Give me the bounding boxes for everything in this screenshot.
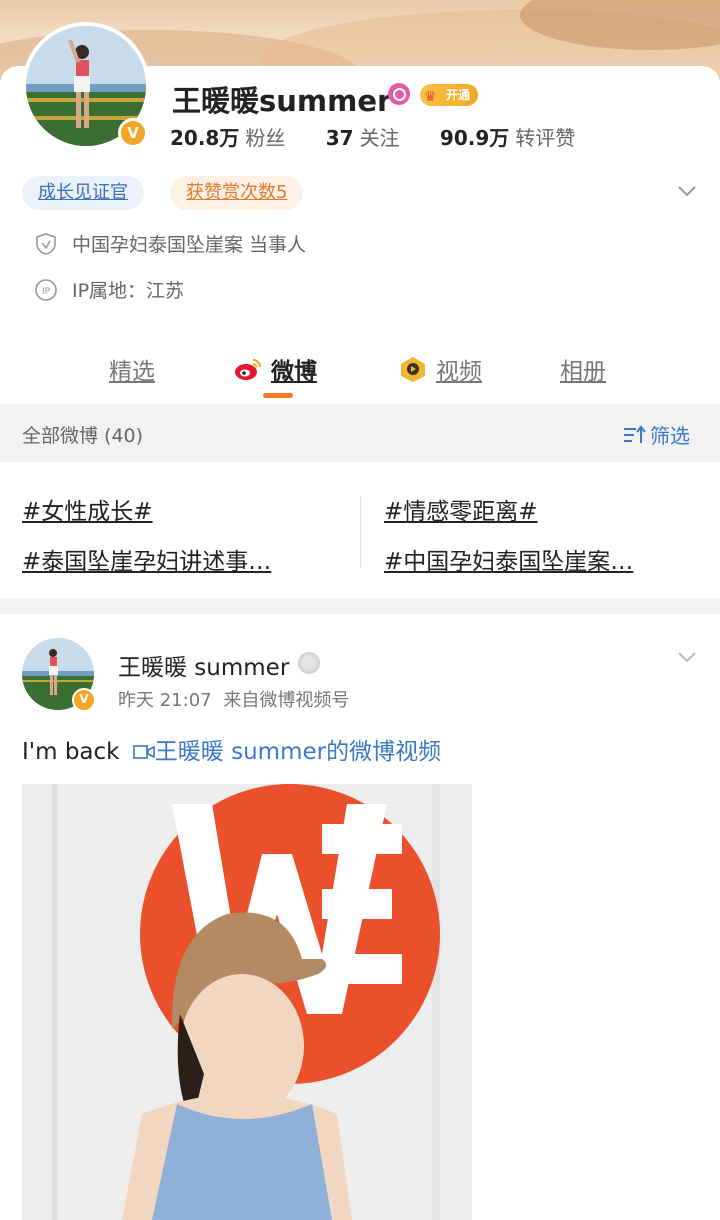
ip-location-row: IP IP属地：江苏 [34, 276, 184, 303]
vip-label: 开通 [446, 88, 471, 102]
post-meta: 昨天 21:07 来自微博视频号 [118, 686, 349, 712]
svg-text:IP: IP [42, 287, 51, 297]
post-source: 来自微博视频号 [223, 690, 350, 711]
profile-description: 中国孕妇泰国坠崖案 当事人 [72, 234, 307, 256]
video-link[interactable]: 王暖暖 summer的微博视频 [127, 739, 441, 765]
filter-bar: 全部微博 (40) 筛选 [0, 404, 720, 462]
stat-following[interactable]: 37 关注 [326, 122, 400, 151]
stat-likes[interactable]: 90.9万 转评赞 [440, 122, 575, 151]
vip-open-badge[interactable]: ♛ 开通 [420, 84, 479, 106]
post-text: I'm back 王暖暖 summer的微博视频 [22, 732, 441, 766]
tag-reward-count[interactable]: 获赞赏次数5 [170, 176, 304, 210]
post-time: 昨天 21:07 [118, 690, 212, 711]
super-topic-icon[interactable] [388, 83, 410, 105]
verified-badge-icon: V [72, 688, 96, 712]
medal-icon [298, 652, 320, 674]
tag-growth-witness[interactable]: 成长见证官 [22, 176, 144, 210]
topic-item[interactable]: #泰国坠崖孕妇讲述事… [22, 542, 271, 576]
post-author-name[interactable]: 王暖暖 summer [118, 648, 289, 682]
crown-icon: ♛ [424, 89, 437, 105]
video-thumbnail[interactable] [22, 784, 472, 1220]
ip-icon: IP [35, 278, 57, 301]
weibo-post: V 王暖暖 summer 昨天 21:07 来自微博视频号 I'm back 王… [0, 614, 720, 1220]
section-divider [0, 598, 720, 614]
chevron-down-icon[interactable] [676, 180, 698, 202]
post-body: I'm back [22, 739, 120, 765]
profile-stats: 20.8万 粉丝 37 关注 90.9万 转评赞 [170, 122, 609, 151]
profile-description-row: 中国孕妇泰国坠崖案 当事人 [34, 230, 306, 257]
tab-video[interactable]: 视频 [398, 352, 482, 386]
tab-weibo[interactable]: 微博 [233, 352, 317, 386]
active-tab-indicator [263, 393, 293, 398]
verified-badge-icon: V [118, 118, 148, 148]
topic-item[interactable]: #女性成长# [22, 492, 153, 526]
tab-album[interactable]: 相册 [560, 352, 606, 386]
weibo-count-label: 全部微博 (40) [22, 425, 144, 447]
topic-item[interactable]: #中国孕妇泰国坠崖案… [384, 542, 633, 576]
ip-location: IP属地：江苏 [72, 280, 185, 302]
shield-icon [36, 232, 56, 255]
weibo-logo-icon [235, 358, 262, 380]
topic-list: #女性成长# #情感零距离# #泰国坠崖孕妇讲述事… #中国孕妇泰国坠崖案… [0, 462, 720, 598]
stat-followers[interactable]: 20.8万 粉丝 [170, 122, 285, 151]
filter-icon [624, 424, 646, 443]
topic-divider [360, 496, 361, 568]
profile-username: 王暖暖summer [172, 84, 392, 118]
filter-button[interactable]: 筛选 [622, 420, 690, 449]
video-camera-icon [132, 745, 155, 759]
tab-featured[interactable]: 精选 [109, 352, 155, 386]
profile-tabs: 精选 微博 视频 相册 [0, 340, 720, 402]
topic-item[interactable]: #情感零距离# [384, 492, 538, 526]
chevron-down-icon[interactable] [676, 646, 698, 668]
video-thumbnail-image [22, 784, 472, 1220]
video-icon [401, 357, 425, 382]
